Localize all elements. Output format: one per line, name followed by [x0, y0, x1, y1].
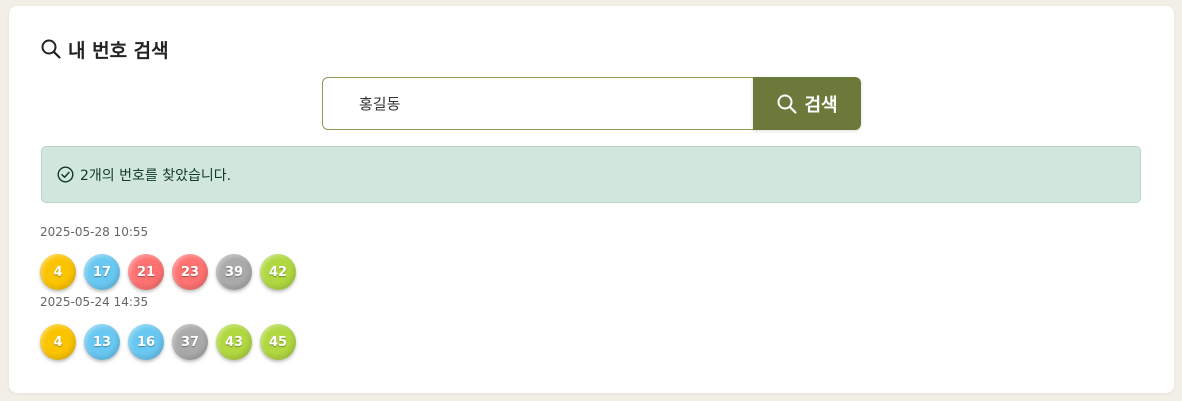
- lotto-ball: 45: [260, 324, 296, 360]
- search-input[interactable]: [322, 77, 753, 130]
- search-icon: [776, 93, 798, 115]
- lotto-ball: 37: [172, 324, 208, 360]
- lotto-ball: 17: [84, 254, 120, 290]
- search-button[interactable]: 검색: [753, 77, 861, 130]
- lotto-ball: 16: [128, 324, 164, 360]
- number-balls: 4 13 16 37 43 45: [40, 324, 296, 360]
- result-date: 2025-05-28 10:55: [40, 225, 149, 239]
- search-card: 내 번호 검색 검색 2개의 번호를 찾았습니다. 2025-05-28 10:…: [9, 6, 1174, 393]
- lotto-ball: 42: [260, 254, 296, 290]
- number-balls: 4 17 21 23 39 42: [40, 254, 296, 290]
- result-alert: 2개의 번호를 찾았습니다.: [41, 146, 1141, 203]
- page-title-text: 내 번호 검색: [68, 39, 169, 62]
- lotto-ball: 21: [128, 254, 164, 290]
- result-date: 2025-05-24 14:35: [40, 295, 149, 309]
- result-item: 2025-05-28 10:55 4 17 21 23 39 42: [40, 224, 296, 290]
- result-item: 2025-05-24 14:35 4 13 16 37 43 45: [40, 294, 296, 360]
- alert-message: 2개의 번호를 찾았습니다.: [80, 167, 232, 184]
- search-form: 검색: [322, 77, 861, 130]
- lotto-ball: 23: [172, 254, 208, 290]
- check-circle-icon: [57, 166, 74, 183]
- lotto-ball: 4: [40, 324, 76, 360]
- search-button-label: 검색: [804, 94, 838, 116]
- lotto-ball: 43: [216, 324, 252, 360]
- lotto-ball: 13: [84, 324, 120, 360]
- lotto-ball: 39: [216, 254, 252, 290]
- search-icon: [40, 38, 62, 60]
- lotto-ball: 4: [40, 254, 76, 290]
- page-title: 내 번호 검색: [40, 36, 169, 62]
